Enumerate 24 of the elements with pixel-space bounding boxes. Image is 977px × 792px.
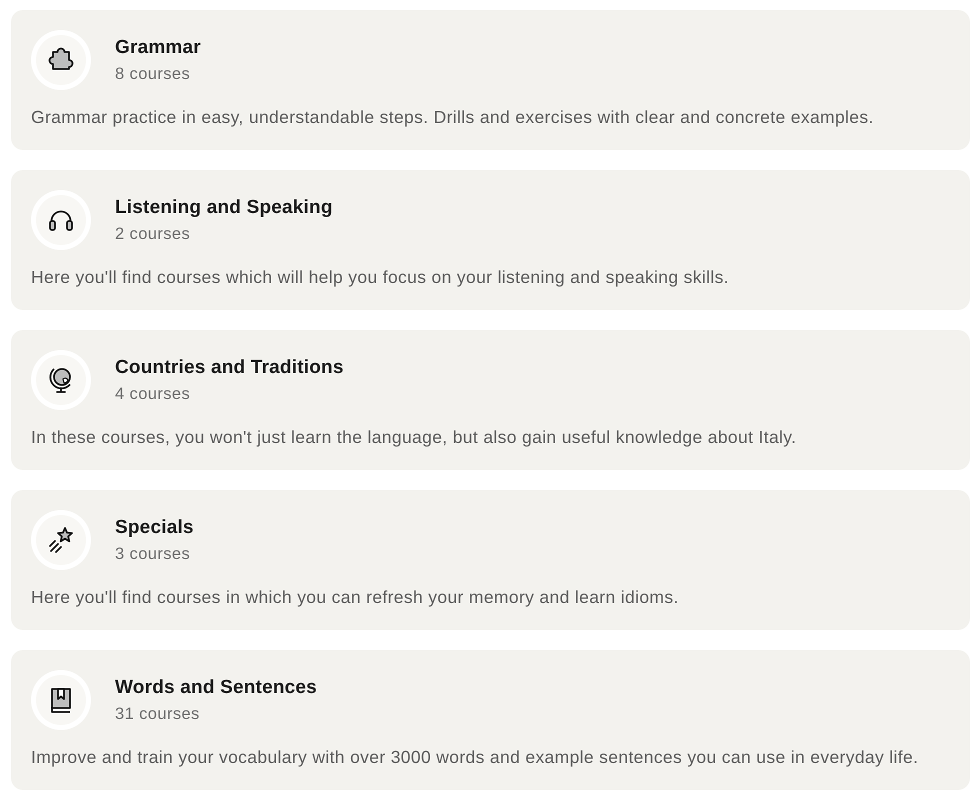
globe-icon bbox=[31, 350, 91, 410]
puzzle-piece-icon bbox=[31, 30, 91, 90]
category-description: Improve and train your vocabulary with over 3000 words and example sentences you can use in everyday life. bbox=[31, 746, 920, 769]
category-description: Here you'll find courses in which you can refresh your memory and learn idioms. bbox=[31, 586, 680, 609]
course-count: 3 courses bbox=[115, 544, 192, 564]
category-title: Grammar bbox=[115, 36, 201, 60]
category-card[interactable]: Listening and Speaking 2 courses Here you'll find courses which will help you focus on your listening and speaking skills. bbox=[11, 170, 970, 310]
category-description: Here you'll find courses which will help you focus on your listening and speaking skills. bbox=[31, 266, 730, 289]
course-count: 2 courses bbox=[115, 224, 192, 244]
category-card[interactable]: Grammar 8 courses Grammar practice in easy, understandable steps. Drills and exercises with clear and concrete examples. bbox=[11, 10, 970, 150]
category-title: Listening and Speaking bbox=[115, 196, 333, 220]
book-icon bbox=[31, 670, 91, 730]
course-count: 8 courses bbox=[115, 64, 192, 84]
category-card[interactable]: Specials 3 courses Here you'll find courses in which you can refresh your memory and learn idioms. bbox=[11, 490, 970, 630]
category-card[interactable]: Countries and Traditions 4 courses In these courses, you won't just learn the language, but also gain useful knowledge about Italy. bbox=[11, 330, 970, 470]
category-title: Specials bbox=[115, 516, 194, 540]
category-title: Words and Sentences bbox=[115, 676, 317, 700]
category-description: Grammar practice in easy, understandable steps. Drills and exercises with clear and concrete examples. bbox=[31, 106, 875, 129]
category-description: In these courses, you won't just learn the language, but also gain useful knowledge about Italy. bbox=[31, 426, 798, 449]
headphones-icon bbox=[31, 190, 91, 250]
course-count: 4 courses bbox=[115, 384, 192, 404]
course-count: 31 courses bbox=[115, 704, 201, 724]
category-title: Countries and Traditions bbox=[115, 356, 344, 380]
category-card[interactable]: Words and Sentences 31 courses Improve and train your vocabulary with over 3000 words and example sentences you can use in everyday life. bbox=[11, 650, 970, 790]
